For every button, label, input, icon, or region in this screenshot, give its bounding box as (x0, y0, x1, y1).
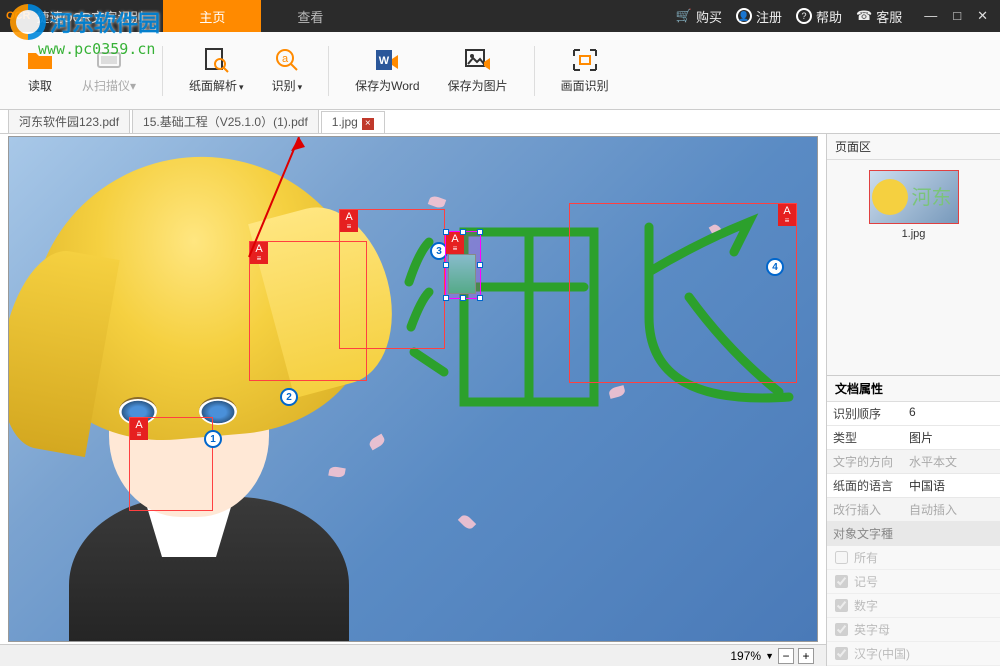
analyze-button[interactable]: 纸面解析 (179, 43, 254, 98)
prop-key: 识别顺序 (827, 402, 903, 425)
check-hanzi: 汉字(中国) (827, 642, 1000, 666)
canvas-area[interactable]: A 1 A 2 A 3 A 4 A (0, 134, 826, 666)
tab-view[interactable]: 查看 (261, 0, 359, 32)
page-thumbnail[interactable]: 河东 (869, 170, 959, 224)
thumbnail-label: 1.jpg (902, 228, 926, 240)
region-number: 2 (280, 388, 298, 406)
annotation-arrow (239, 137, 319, 267)
prop-value: 自动插入 (903, 498, 1000, 521)
maximize-button[interactable]: □ (953, 8, 961, 24)
ocr-region-1[interactable]: A 1 (129, 417, 213, 511)
app-badge: OCR (0, 10, 36, 22)
scanner-icon (95, 47, 123, 73)
recognize-button[interactable]: a 识别 (262, 43, 313, 98)
prop-key: 文字的方向 (827, 450, 903, 473)
ocr-region-4[interactable]: A 4 (569, 203, 797, 383)
region-tag: A (778, 204, 796, 226)
prop-key: 改行插入 (827, 498, 903, 521)
tab-close-icon[interactable]: × (362, 118, 374, 130)
tab-home[interactable]: 主页 (163, 0, 261, 32)
selected-region[interactable]: A (445, 231, 481, 299)
prop-value[interactable]: 6 (903, 402, 1000, 425)
page-search-icon (202, 47, 230, 73)
check-all: 所有 (827, 546, 1000, 570)
read-button[interactable]: 读取 (16, 43, 64, 98)
app-title: 捷速OCR文字识别 (36, 7, 163, 26)
image-export-icon (464, 47, 492, 73)
image-object[interactable] (448, 254, 476, 294)
prop-key: 纸面的语言 (827, 474, 903, 497)
svg-text:a: a (282, 53, 289, 65)
ocr-region-3[interactable]: A 3 (339, 209, 445, 349)
save-word-button[interactable]: W 保存为Word (345, 43, 429, 98)
side-panel: 页面区 河东 1.jpg 文档属性 识别顺序6 类型图片 文字的方向水平本文 纸… (826, 134, 1000, 666)
region-tag: A (130, 418, 148, 440)
prop-value: 水平本文 (903, 450, 1000, 473)
check-digit: 数字 (827, 594, 1000, 618)
zoom-value: 197% (730, 649, 761, 663)
prop-value[interactable]: 中国语 (903, 474, 1000, 497)
help-button[interactable]: ?帮助 (796, 7, 842, 26)
buy-button[interactable]: 🛒购买 (676, 7, 722, 26)
check-alpha: 英字母 (827, 618, 1000, 642)
zoom-bar: 197% ▼ − + (0, 644, 826, 666)
doc-tab-3[interactable]: 1.jpg× (321, 111, 385, 133)
document-tabs: 河东软件园123.pdf 15.基础工程（V25.1.0）(1).pdf 1.j… (0, 110, 1000, 134)
pages-panel-title: 页面区 (827, 134, 1000, 160)
properties-title: 文档属性 (827, 376, 1000, 402)
toolbar: 读取 从扫描仪▾ 纸面解析 a 识别 W 保存为Word 保存为图片 画面识别 (0, 32, 1000, 110)
cart-icon: 🛒 (676, 8, 692, 24)
doc-tab-1[interactable]: 河东软件园123.pdf (8, 109, 130, 133)
service-button[interactable]: ☎客服 (856, 7, 902, 26)
folder-icon (26, 47, 54, 73)
region-number: 4 (766, 258, 784, 276)
properties-panel: 文档属性 识别顺序6 类型图片 文字的方向水平本文 纸面的语言中国语 改行插入自… (827, 375, 1000, 666)
titlebar: OCR 捷速OCR文字识别 主页 查看 🛒购买 👤注册 ?帮助 ☎客服 — □ … (0, 0, 1000, 32)
help-icon: ? (796, 8, 812, 24)
save-image-button[interactable]: 保存为图片 (438, 43, 518, 98)
scanner-button[interactable]: 从扫描仪▾ (72, 43, 146, 98)
region-number: 1 (204, 430, 222, 448)
section-header: 对象文字種 (827, 522, 1000, 545)
close-button[interactable]: ✕ (977, 8, 988, 24)
user-icon: 👤 (736, 8, 752, 24)
prop-value[interactable]: 图片 (903, 426, 1000, 449)
prop-key: 类型 (827, 426, 903, 449)
zoom-in-button[interactable]: + (798, 648, 814, 664)
screen-capture-icon (571, 47, 599, 73)
register-button[interactable]: 👤注册 (736, 7, 782, 26)
recognize-icon: a (273, 47, 301, 73)
svg-text:W: W (379, 55, 390, 67)
region-tag: A (340, 210, 358, 232)
screen-ocr-button[interactable]: 画面识别 (551, 43, 619, 98)
zoom-out-button[interactable]: − (778, 648, 794, 664)
phone-icon: ☎ (856, 8, 872, 24)
check-symbol: 记号 (827, 570, 1000, 594)
word-icon: W (373, 47, 401, 73)
minimize-button[interactable]: — (924, 8, 937, 24)
doc-tab-2[interactable]: 15.基础工程（V25.1.0）(1).pdf (132, 109, 319, 133)
region-tag: A (446, 232, 464, 254)
